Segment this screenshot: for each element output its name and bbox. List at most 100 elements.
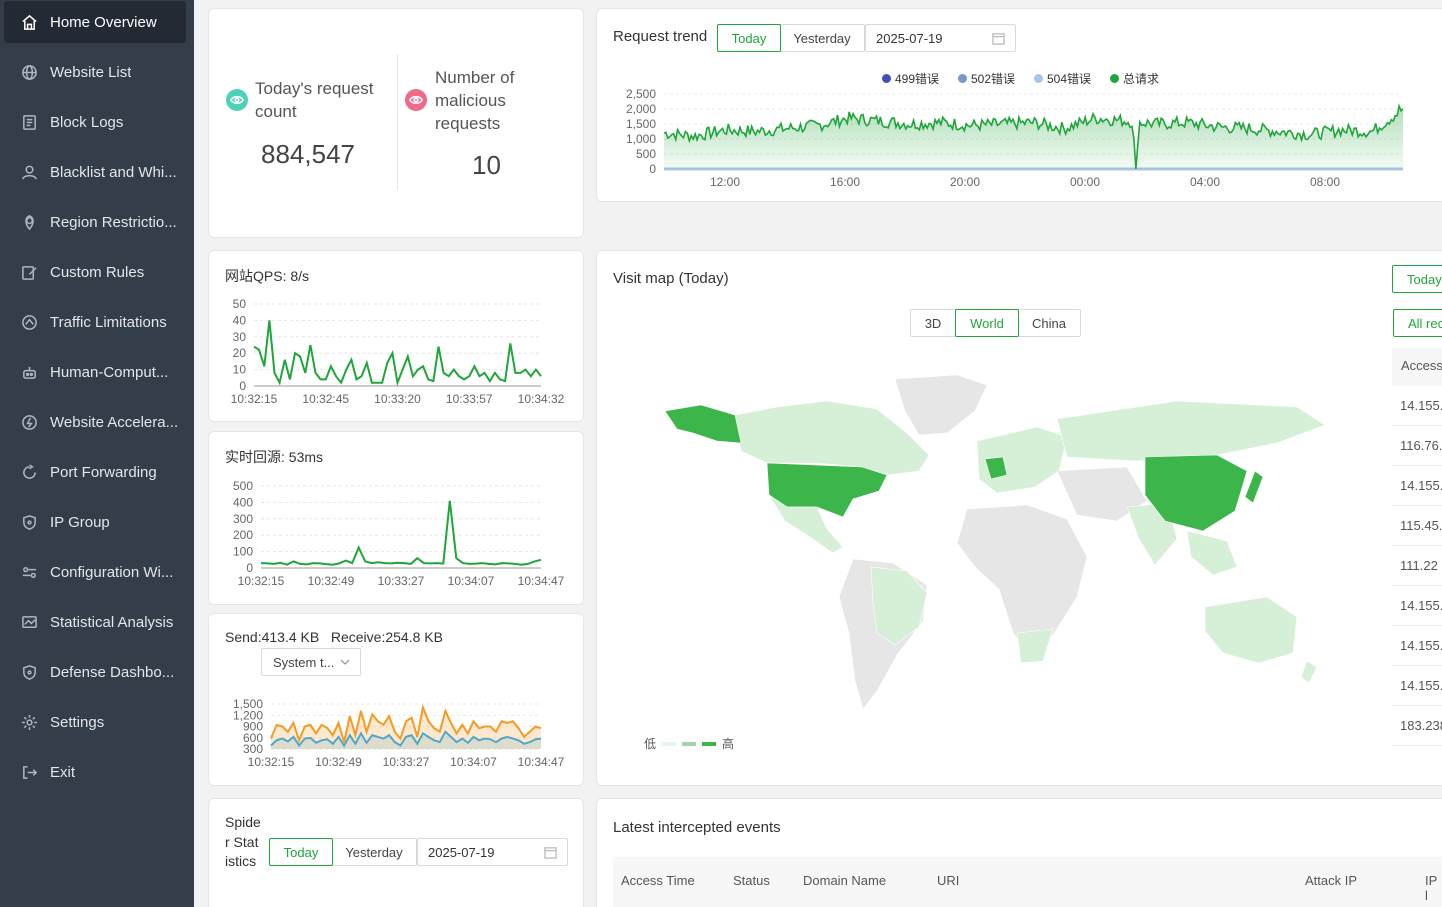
sidebar-item-custom-rules[interactable]: Custom Rules [4, 251, 186, 293]
sidebar-item-traffic-limitations[interactable]: Traffic Limitations [4, 301, 186, 343]
stats-card: Today's request count 884,547 Number of … [208, 8, 584, 238]
tab-today[interactable]: Today [269, 838, 333, 866]
sidebar-item-defense-dashbo[interactable]: Defense Dashbo... [4, 651, 186, 693]
sidebar-item-label: Traffic Limitations [50, 313, 167, 331]
legend-item[interactable]: 499错误 [882, 70, 939, 87]
sidebar-item-blacklist-and-whi[interactable]: Blacklist and Whi... [4, 151, 186, 193]
y-tick-label: 1,000 [626, 132, 656, 146]
legend-label: 502错误 [971, 72, 1016, 86]
tab-today[interactable]: Today [717, 24, 781, 52]
map-region-canada[interactable] [734, 400, 930, 476]
tab-yesterday[interactable]: Yesterday [332, 839, 416, 865]
ip-row[interactable]: 115.45. [1392, 506, 1442, 546]
qps-title: 网站QPS: 8/s [225, 268, 310, 284]
ip-row[interactable]: 183.238 [1392, 706, 1442, 746]
sidebar-item-label: Settings [50, 713, 105, 731]
ip-row[interactable]: 14.155. [1392, 386, 1442, 426]
spider-date-picker[interactable]: 2025-07-19 [417, 838, 568, 866]
request-trend-card: Request trend Today Yesterday 2025-07-19… [596, 8, 1442, 202]
requests-value: 884,547 [261, 139, 355, 169]
trend-date-picker[interactable]: 2025-07-19 [865, 24, 1016, 52]
sidebar-item-settings[interactable]: Settings [4, 701, 186, 743]
home-icon [20, 13, 38, 31]
y-tick-label: 1,500 [233, 697, 263, 711]
y-tick-label: 200 [233, 528, 253, 542]
map-region-se-asia[interactable] [1186, 530, 1238, 576]
map-region-south-africa[interactable] [1016, 628, 1054, 664]
events-card: Latest intercepted events [596, 798, 1442, 907]
col-attack-ip[interactable]: Attack IP [1305, 873, 1357, 888]
ip-row[interactable]: 14.155. [1392, 626, 1442, 666]
sidebar-item-ip-group[interactable]: IP Group [4, 501, 186, 543]
sidebar-item-region-restrictio[interactable]: Region Restrictio... [4, 201, 186, 243]
series-line [253, 320, 542, 387]
sidebar-item-home-overview[interactable]: Home Overview [4, 1, 186, 43]
col-access-time[interactable]: Access Time [621, 873, 695, 888]
y-tick-label: 20 [233, 346, 247, 360]
legend-label: 总请求 [1123, 72, 1160, 86]
chart-icon [20, 613, 38, 631]
sidebar-item-exit[interactable]: Exit [4, 751, 186, 793]
map-region-japan[interactable] [1244, 470, 1264, 504]
map-region-alaska[interactable] [664, 404, 742, 444]
ip-row[interactable]: 116.76. [1392, 426, 1442, 466]
legend-dot [882, 74, 891, 83]
ip-row[interactable]: 14.155. [1392, 586, 1442, 626]
x-tick-label: 10:34:47 [518, 574, 565, 588]
legend-dot [1110, 74, 1119, 83]
col-uri[interactable]: URI [937, 873, 959, 888]
sidebar-item-human-comput[interactable]: Human-Comput... [4, 351, 186, 393]
sidebar-item-label: Block Logs [50, 113, 124, 131]
sidebar-item-statistical-analysis[interactable]: Statistical Analysis [4, 601, 186, 643]
map-region-russia[interactable] [1056, 400, 1326, 462]
legend-item[interactable]: 504错误 [1034, 70, 1091, 87]
x-tick-label: 10:33:27 [383, 755, 430, 769]
ip-row[interactable]: 111.22 [1392, 546, 1442, 586]
x-tick-label: 10:34:07 [448, 574, 495, 588]
y-tick-label: 300 [233, 512, 253, 526]
send-value: 413.4 KB [261, 629, 320, 645]
sidebar-item-label: Defense Dashbo... [50, 663, 175, 681]
sidebar-item-website-list[interactable]: Website List [4, 51, 186, 93]
sidebar-item-label: Blacklist and Whi... [50, 163, 177, 181]
user-icon [20, 163, 38, 181]
sidebar-item-label: Custom Rules [50, 263, 145, 281]
map-region-greenland[interactable] [894, 374, 988, 436]
map-region-australia[interactable] [1204, 596, 1298, 664]
ip-all-records-button[interactable]: All rec [1393, 309, 1442, 337]
sidebar-item-website-accelera[interactable]: Website Accelera... [4, 401, 186, 443]
config-icon [20, 563, 38, 581]
y-tick-label: 0 [246, 561, 253, 575]
lightning-icon [20, 413, 38, 431]
mode-3d[interactable]: 3D [911, 310, 956, 336]
legend-low: 低 [644, 737, 657, 751]
col-domain-name[interactable]: Domain Name [803, 873, 886, 888]
col-ip-location[interactable]: IP l [1425, 873, 1442, 903]
map-region-brazil[interactable] [870, 566, 928, 646]
sidebar-item-label: Home Overview [50, 13, 157, 31]
ip-today-button[interactable]: Today [1392, 265, 1442, 293]
ip-row[interactable]: 14.155. [1392, 666, 1442, 706]
y-tick-label: 0 [649, 162, 656, 176]
ip-header-label: Access [1401, 358, 1442, 373]
globe-icon [20, 63, 38, 81]
mode-world[interactable]: World [955, 309, 1019, 337]
system-select[interactable]: System t... [261, 648, 361, 676]
mode-china[interactable]: China [1018, 310, 1080, 336]
ip-row[interactable]: 14.155. [1392, 466, 1442, 506]
x-tick-label: 10:34:32 [518, 392, 565, 406]
spider-title: Spider Statistics [225, 814, 261, 869]
tab-yesterday[interactable]: Yesterday [780, 25, 864, 51]
legend-item[interactable]: 502错误 [958, 70, 1015, 87]
sidebar-item-configuration-wi[interactable]: Configuration Wi... [4, 551, 186, 593]
sidebar-item-block-logs[interactable]: Block Logs [4, 101, 186, 143]
legend-item[interactable]: 总请求 [1110, 70, 1159, 87]
x-tick-label: 10:33:57 [446, 392, 493, 406]
trend-title: Request trend [613, 28, 708, 45]
sidebar-item-port-forwarding[interactable]: Port Forwarding [4, 451, 186, 493]
x-tick-label: 10:32:15 [238, 574, 285, 588]
calendar-icon [992, 33, 1005, 45]
col-status[interactable]: Status [733, 873, 770, 888]
sidebar-item-label: Configuration Wi... [50, 563, 174, 581]
map-region-new-zealand[interactable] [1300, 660, 1318, 684]
